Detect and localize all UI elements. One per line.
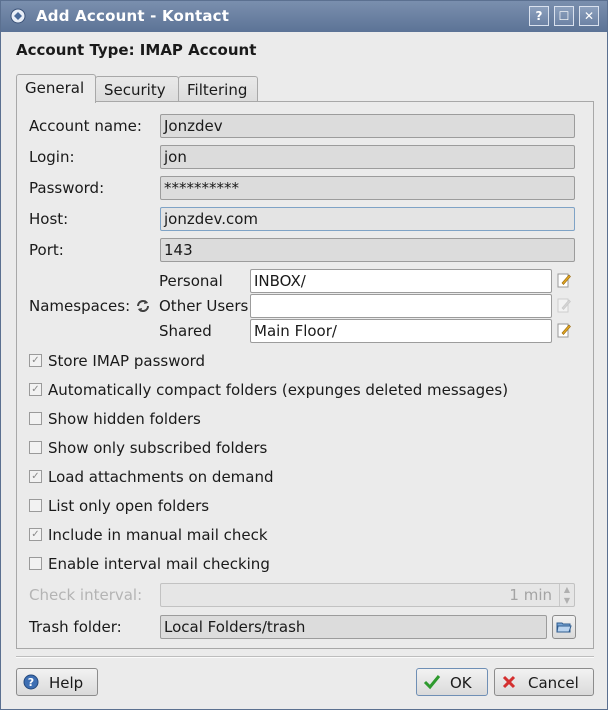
- checkbox-label: List only open folders: [48, 497, 210, 515]
- account-type-heading: Account Type: IMAP Account: [16, 41, 257, 59]
- checkbox-box[interactable]: [29, 441, 42, 454]
- cancel-button[interactable]: Cancel: [494, 668, 594, 696]
- cancel-button-label: Cancel: [528, 674, 579, 692]
- host-field[interactable]: jonzdev.com: [160, 207, 575, 231]
- edit-icon[interactable]: [557, 272, 571, 288]
- browse-folder-button[interactable]: [552, 615, 576, 639]
- account-name-field[interactable]: Jonzdev: [160, 114, 575, 138]
- help-button-label: Help: [49, 674, 84, 692]
- password-label: Password:: [29, 179, 105, 197]
- checkbox-label: Automatically compact folders (expunges …: [48, 381, 509, 399]
- reload-icon[interactable]: [135, 298, 151, 314]
- title-bar[interactable]: Add Account - Kontact ? ☐ ✕: [1, 1, 607, 32]
- separator: [16, 656, 594, 658]
- dialog-window: Add Account - Kontact ? ☐ ✕ Account Type…: [0, 0, 608, 710]
- maximize-button[interactable]: ☐: [554, 6, 574, 26]
- namespace-shared-field[interactable]: Main Floor/: [250, 319, 552, 343]
- checkbox-box[interactable]: ✓: [29, 383, 42, 396]
- port-label: Port:: [29, 241, 64, 259]
- spin-arrows-icon: ▲ ▼: [559, 584, 574, 606]
- login-field[interactable]: jon: [160, 145, 575, 169]
- edit-icon: [557, 298, 571, 313]
- folder-open-icon: [556, 622, 572, 633]
- namespace-personal-label: Personal: [159, 272, 223, 290]
- checkbox-box[interactable]: ✓: [29, 470, 42, 483]
- kontact-app-icon: [10, 8, 26, 24]
- context-help-button[interactable]: ?: [529, 6, 549, 26]
- help-button[interactable]: ? Help: [16, 668, 98, 696]
- account-name-label: Account name:: [29, 117, 142, 135]
- tab-filtering[interactable]: Filtering: [178, 76, 258, 102]
- namespace-shared-label: Shared: [159, 322, 212, 340]
- checkbox-box[interactable]: ✓: [29, 354, 42, 367]
- namespaces-label: Namespaces:: [29, 297, 131, 315]
- port-field[interactable]: 143: [160, 238, 575, 262]
- trash-folder-label: Trash folder:: [29, 618, 122, 636]
- tab-general[interactable]: General: [16, 74, 96, 103]
- checkbox-box[interactable]: [29, 412, 42, 425]
- help-icon: ?: [23, 674, 39, 690]
- trash-folder-field[interactable]: Local Folders/trash: [160, 615, 547, 639]
- password-field[interactable]: **********: [160, 176, 575, 200]
- checkbox-label: Enable interval mail checking: [48, 555, 270, 573]
- namespace-other-users-label: Other Users: [159, 297, 249, 315]
- check-icon: [423, 675, 441, 690]
- general-tab-panel: Account name: Jonzdev Login: jon Passwor…: [16, 101, 594, 649]
- checkbox-box[interactable]: ✓: [29, 528, 42, 541]
- window-title: Add Account - Kontact: [36, 7, 230, 25]
- check-interval-label: Check interval:: [29, 586, 143, 604]
- checkbox-label: Load attachments on demand: [48, 468, 274, 486]
- check-interval-spinbox: 1 min: [160, 583, 575, 607]
- checkbox-label: Show hidden folders: [48, 410, 201, 428]
- login-label: Login:: [29, 148, 75, 166]
- namespace-personal-field[interactable]: INBOX/: [250, 269, 552, 293]
- checkbox-label: Show only subscribed folders: [48, 439, 268, 457]
- edit-icon[interactable]: [557, 322, 571, 338]
- checkbox-box[interactable]: [29, 499, 42, 512]
- svg-text:?: ?: [28, 676, 34, 689]
- namespace-other-users-field[interactable]: [250, 294, 552, 318]
- tab-security[interactable]: Security: [95, 76, 179, 102]
- ok-button[interactable]: OK: [416, 668, 488, 696]
- ok-button-label: OK: [450, 674, 472, 692]
- host-label: Host:: [29, 210, 69, 228]
- checkbox-label: Include in manual mail check: [48, 526, 268, 544]
- cancel-icon: [502, 675, 516, 689]
- checkbox-label: Store IMAP password: [48, 352, 206, 370]
- checkbox-box[interactable]: [29, 557, 42, 570]
- close-button[interactable]: ✕: [579, 6, 599, 26]
